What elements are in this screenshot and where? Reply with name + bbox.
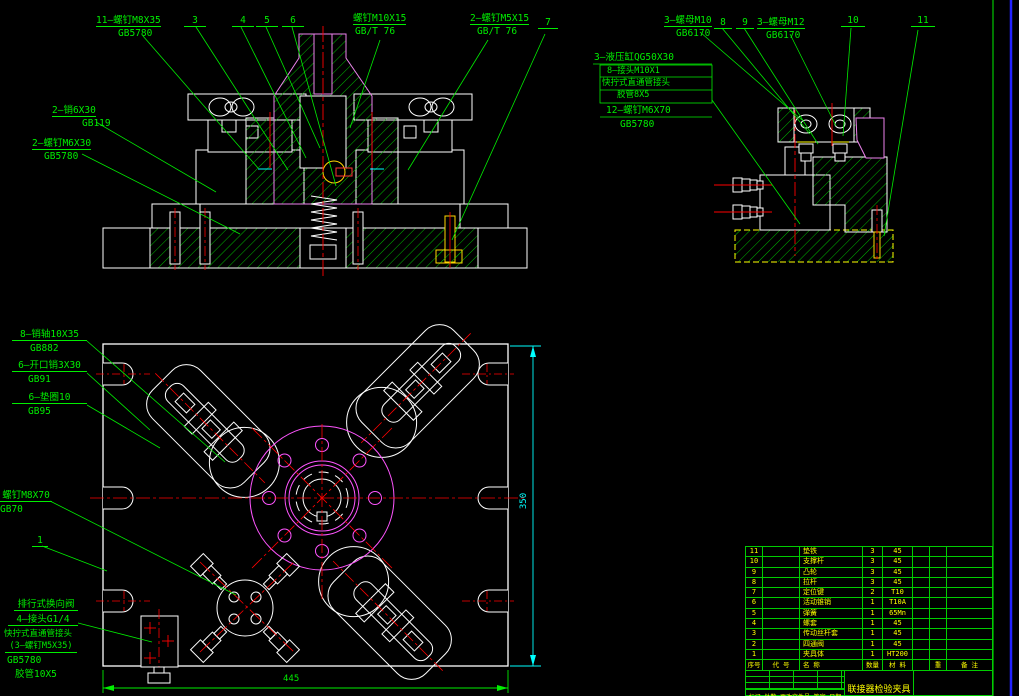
callout-screw-m10x15: 螺钉M10X15 <box>353 13 407 25</box>
callout-directional-valve: 排行式换向阀 <box>14 599 78 611</box>
callout-screw-m10x15-std: GB/T 76 <box>355 26 396 37</box>
callout-gb5780: GB5780 <box>7 655 42 666</box>
callout-hydraulic-cylinder: 3—液压缸QG50X30 <box>594 52 674 63</box>
callout-washer-10-std: GB95 <box>28 406 51 417</box>
parts-row: 8 拉杆 3 45 <box>746 577 992 589</box>
dimension-height: 350 <box>519 492 530 510</box>
parts-row: 9 凸轮 3 45 <box>746 567 992 578</box>
callout-joint-m10x1: 8—接头M10X1 <box>607 66 660 76</box>
callout-pin-6x30-std: GB119 <box>82 118 111 129</box>
parts-row: 1 夹具体 1 HT200 <box>746 649 992 661</box>
parts-header: 序号代 号名 称数量材 料重 量备 注 <box>746 660 992 672</box>
callout-pin-10x35: 8—销轴10X35 <box>12 329 87 341</box>
side-section-view[interactable] <box>593 27 919 263</box>
callout-balloon-7: 7 <box>538 17 558 29</box>
callout-washer-10: 6—垫圈10 <box>12 392 87 404</box>
title-block: 11 垫铁 3 45 10 支撑杆 3 45 9 凸轮 3 45 8 拉杆 3 45 7 定位键 2 T10 … <box>745 546 993 696</box>
callout-screw-m5x35: (3—螺钉M5X35) <box>5 641 77 653</box>
callout-hose-10x5: 胶管10X5 <box>15 669 57 680</box>
callout-screw-m8x35-std: GB5780 <box>118 28 153 39</box>
callout-screw-m6x30-std: GB5780 <box>44 151 79 162</box>
callout-balloon-1: 1 <box>32 535 48 547</box>
parts-row: 5 弹簧 1 65Mn <box>746 608 992 620</box>
revision-row: 标记 处数 更改文件号 签字 日期 <box>746 690 844 696</box>
callout-balloon-6: 6 <box>282 15 304 27</box>
callout-screw-m6x70: 12—螺钉M6X70 <box>606 105 671 116</box>
front-section-view[interactable] <box>81 26 546 278</box>
callout-joint-type: 快拧式直通管接头 <box>602 78 671 88</box>
callout-balloon-11: 11 <box>911 15 935 27</box>
parts-row: 10 支撑杆 3 45 <box>746 557 992 568</box>
callout-nut-m12-std: GB6170 <box>766 30 801 41</box>
callout-pin-6x30: 2—销6X30 <box>52 105 96 117</box>
callout-nut-m10: 3—螺母M10 <box>664 15 712 27</box>
parts-row: 4 螺套 1 45 <box>746 619 992 630</box>
callout-nut-m10-std: GB6170 <box>676 28 711 39</box>
callout-balloon-5: 5 <box>256 15 278 27</box>
callout-screw-m8x35: 11—螺钉M8X35 <box>96 15 161 27</box>
callout-joint-g14: 4—接头G1/4 <box>8 614 78 626</box>
callout-balloon-9: 9 <box>736 17 754 29</box>
dimension-width: 445 <box>283 674 300 684</box>
callout-screw-m8x70: 螺钉M8X70 <box>0 490 52 502</box>
callout-balloon-8: 8 <box>714 17 732 29</box>
stage-block: 阶段标记 重量 比例 <box>914 671 992 696</box>
callout-balloon-10: 10 <box>841 15 865 27</box>
parts-row: 2 四通阀 1 45 <box>746 639 992 650</box>
callout-pin-10x35-std: GB882 <box>30 343 59 354</box>
callout-nut-m12: 3—螺母M12 <box>757 17 805 29</box>
callout-balloon-4: 4 <box>232 15 254 27</box>
callout-cotter-pin-std: GB91 <box>28 374 51 385</box>
cad-drawing-canvas: 11—螺钉M8X35 GB5780 3 4 5 6 螺钉M10X15 GB/T … <box>0 0 1019 696</box>
callout-screw-m5x15-std: GB/T 76 <box>477 26 518 37</box>
parts-row: 11 垫铁 3 45 <box>746 547 992 558</box>
callout-balloon-3: 3 <box>184 15 206 27</box>
callout-screw-m8x70-std: GB70 <box>0 504 23 515</box>
parts-row: 7 定位键 2 T10 <box>746 588 992 599</box>
callout-screw-m6x30: 2—螺钉M6X30 <box>32 138 92 150</box>
parts-row: 6 活动锥销 1 T10A <box>746 598 992 609</box>
revision-block: 标记 处数 更改文件号 签字 日期 <box>746 671 845 696</box>
callout-joint-g14-type: 快拧式直通管接头 <box>4 629 73 639</box>
plan-view[interactable] <box>41 308 541 696</box>
callout-screw-m5x15: 2—螺钉M5X15 <box>470 13 530 25</box>
parts-row: 3 传动丝杆套 1 45 <box>746 629 992 640</box>
drawing-title: 联接器检验夹具 <box>845 671 914 696</box>
callout-hose-8x5: 胶管8X5 <box>617 90 650 100</box>
callout-screw-m6x70-std: GB5780 <box>620 119 655 130</box>
callout-cotter-pin: 6—开口销3X30 <box>12 360 87 372</box>
